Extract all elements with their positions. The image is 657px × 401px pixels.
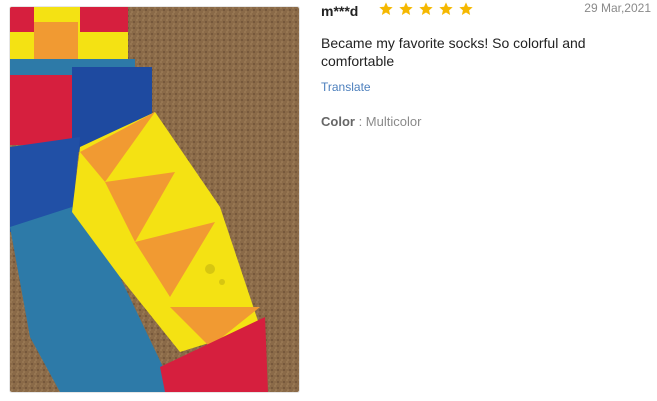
review-text: Became my favorite socks! So colorful an…	[321, 35, 586, 69]
attribute-name: Color	[321, 114, 355, 129]
star-icon	[379, 2, 393, 15]
review-content: m***d 29 Mar,2021 Became my favorite soc…	[321, 0, 651, 129]
review-header: m***d 29 Mar,2021	[321, 0, 651, 24]
star-icon	[459, 2, 473, 15]
review-card: m***d 29 Mar,2021 Became my favorite soc…	[0, 0, 657, 401]
review-photo[interactable]	[10, 7, 299, 392]
attribute-separator: :	[354, 114, 366, 129]
star-icon	[419, 2, 433, 15]
star-icon	[399, 2, 413, 15]
translate-link[interactable]: Translate	[321, 80, 371, 94]
review-date: 29 Mar,2021	[584, 1, 651, 15]
star-rating	[378, 1, 474, 17]
product-attribute: Color : Multicolor	[321, 114, 421, 129]
reviewer-name: m***d	[321, 3, 359, 19]
attribute-value: Multicolor	[365, 114, 422, 129]
star-icon	[439, 2, 453, 15]
